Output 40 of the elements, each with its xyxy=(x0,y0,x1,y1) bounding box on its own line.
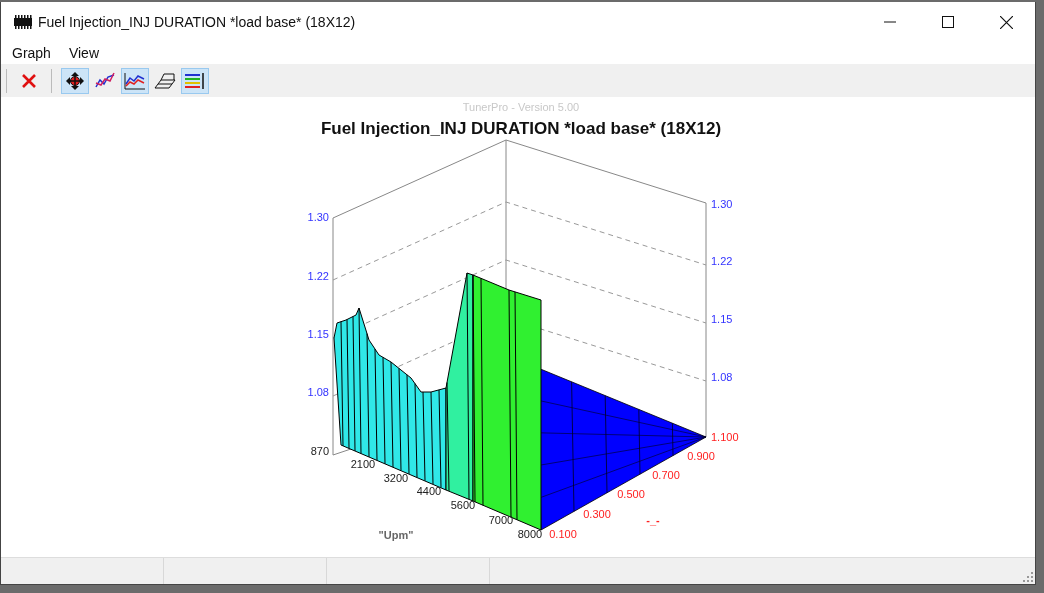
axis-tick-label: 0.500 xyxy=(617,488,645,500)
axis-tick-label: 5600 xyxy=(450,499,476,511)
axis-tick-label: 8000 xyxy=(517,528,543,540)
axis-tick-label: 3200 xyxy=(383,472,409,484)
axis-tick-label: 1.08 xyxy=(307,386,329,398)
axis-tick-label: 0.100 xyxy=(549,528,577,540)
menu-item[interactable]: Graph xyxy=(12,45,51,61)
axis-tick-label: 870 xyxy=(310,445,329,457)
axis-tick-label: 1.22 xyxy=(711,255,733,267)
crosshair-icon xyxy=(65,70,85,91)
area-chart-icon xyxy=(124,71,146,90)
axis-tick-label: 7000 xyxy=(488,514,514,526)
axis-tick-label: 1.15 xyxy=(711,313,733,325)
axis-tick-label: 1.15 xyxy=(307,328,329,340)
chip-icon xyxy=(13,15,33,29)
axis-tick-label: 1.30 xyxy=(307,211,329,223)
axis-tick-label: 0.900 xyxy=(687,450,715,462)
axis-tick-label: 1.100 xyxy=(711,431,739,443)
menu-item[interactable]: View xyxy=(68,45,99,61)
legend-icon xyxy=(184,71,206,90)
axis-tick-label: 2100 xyxy=(350,458,376,470)
axis-tick-label: 4400 xyxy=(416,485,442,497)
axis-tick-label: 1.22 xyxy=(307,270,329,282)
chart-title: Fuel Injection_INJ DURATION *load base* (18X12) xyxy=(320,119,722,138)
toolbar-button[interactable] xyxy=(121,67,149,94)
axis-title: -_- xyxy=(646,514,660,526)
toolbar-button[interactable] xyxy=(61,67,89,94)
maximize-icon[interactable] xyxy=(942,16,954,28)
axis-tick-label: 0.300 xyxy=(583,508,611,520)
toolbar-button[interactable] xyxy=(181,67,209,94)
axis-title: "Upm" xyxy=(378,529,414,541)
close-icon[interactable] xyxy=(1000,15,1013,29)
surface-icon xyxy=(154,71,176,90)
window-title: Fuel Injection_INJ DURATION *load base* (18X12) xyxy=(38,14,356,30)
axis-tick-label: 1.08 xyxy=(711,371,733,383)
resize-grip-icon[interactable] xyxy=(1023,572,1033,582)
axis-tick-label: 1.30 xyxy=(711,198,733,210)
axis-tick-label: 0.700 xyxy=(652,469,680,481)
close-icon xyxy=(21,72,37,89)
line-chart-icon xyxy=(95,71,115,90)
